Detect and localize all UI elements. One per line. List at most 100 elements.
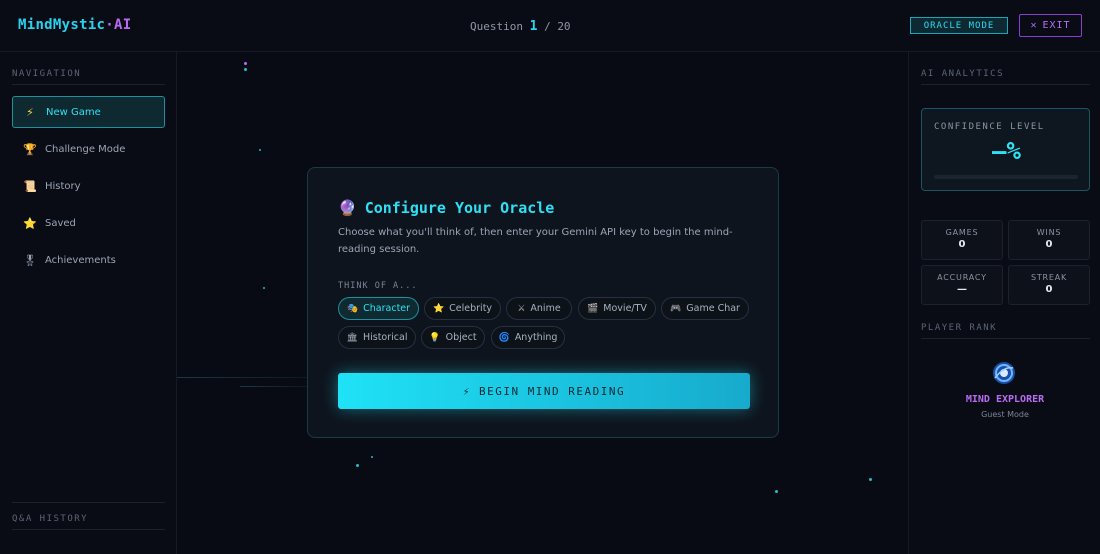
oracle-mode-badge[interactable]: ORACLE MODE <box>910 17 1008 34</box>
stat-label: ACCURACY <box>937 273 987 282</box>
confidence-bar <box>934 175 1078 179</box>
stat-accuracy: ACCURACY — <box>921 265 1003 305</box>
decor-line <box>240 386 307 387</box>
sidebar-item-saved[interactable]: ⭐ Saved <box>12 207 165 239</box>
scroll-icon: 📜 <box>23 179 37 193</box>
sidebar-item-history[interactable]: 📜 History <box>12 170 165 202</box>
question-total: 20 <box>557 20 571 33</box>
app-logo[interactable]: MindMystic·AI <box>18 17 132 33</box>
masks-icon: 🎭 <box>346 303 359 314</box>
sidebar-item-label: History <box>45 180 81 192</box>
navigation-title: NAVIGATION <box>12 69 82 79</box>
chip-game-char[interactable]: 🎮 Game Char <box>661 297 749 320</box>
sidebar-item-label: Achievements <box>45 254 116 266</box>
question-current: 1 <box>529 19 538 34</box>
ai-analytics-title: AI ANALYTICS <box>921 69 1005 79</box>
rank-mode: Guest Mode <box>981 410 1029 419</box>
lightbulb-icon: 💡 <box>429 332 441 343</box>
gamepad-icon: 🎮 <box>670 303 682 314</box>
monument-icon: 🏛 <box>346 332 358 343</box>
top-bar: MindMystic·AI Question 1 / 20 ORACLE MOD… <box>0 0 1100 52</box>
divider <box>12 84 165 85</box>
star-icon: ⭐ <box>23 216 37 230</box>
player-rank-title: PLAYER RANK <box>921 323 998 333</box>
chip-label: Movie/TV <box>603 303 647 314</box>
logo-main-text: MindMystic <box>18 17 106 33</box>
chip-label: Game Char <box>686 303 740 314</box>
sidebar-item-new-game[interactable]: ⚡ New Game <box>12 96 165 128</box>
stat-value: — <box>957 284 967 295</box>
question-separator: / <box>544 20 551 33</box>
sidebar-item-challenge-mode[interactable]: 🏆 Challenge Mode <box>12 133 165 165</box>
medal-icon: 🎖 <box>23 253 37 267</box>
stat-value: 0 <box>958 239 966 250</box>
decor-dot <box>259 149 261 151</box>
divider <box>12 529 165 530</box>
chip-label: Historical <box>362 332 408 343</box>
stat-label: STREAK <box>1030 273 1068 282</box>
decor-dot <box>775 490 778 493</box>
right-sidebar: AI ANALYTICS CONFIDENCE LEVEL —% GAMES 0… <box>908 52 1100 554</box>
lightning-icon: ⚡ <box>26 105 34 119</box>
trophy-icon: 🏆 <box>23 142 37 156</box>
stat-games: GAMES 0 <box>921 220 1003 260</box>
begin-label: BEGIN MIND READING <box>478 384 626 398</box>
swirl-icon: 🌀 <box>498 332 510 343</box>
card-title-text: Configure Your Oracle <box>364 199 555 217</box>
exit-button[interactable]: ✕ EXIT <box>1019 14 1082 37</box>
stat-label: GAMES <box>945 228 979 237</box>
decor-line <box>177 377 307 378</box>
chip-object[interactable]: 💡 Object <box>421 326 485 349</box>
film-icon: 🎬 <box>587 303 599 314</box>
swords-icon: ⚔ <box>517 303 526 314</box>
divider <box>12 502 165 503</box>
decor-dot <box>356 464 359 467</box>
question-counter: Question 1 / 20 <box>470 19 571 34</box>
logo-separator: · <box>105 17 115 33</box>
chip-label: Celebrity <box>449 303 493 314</box>
question-prefix: Question <box>470 20 523 33</box>
confidence-value: —% <box>992 137 1021 165</box>
stat-label: WINS <box>1036 228 1062 237</box>
chip-historical[interactable]: 🏛 Historical <box>338 326 416 349</box>
divider <box>921 84 1090 85</box>
begin-mind-reading-button[interactable]: ⚡ BEGIN MIND READING <box>338 373 750 409</box>
configure-oracle-card: 🔮 Configure Your Oracle Choose what you'… <box>307 167 779 438</box>
stat-streak: STREAK 0 <box>1008 265 1090 305</box>
chip-label: Character <box>363 303 411 314</box>
divider <box>921 338 1090 339</box>
stat-value: 0 <box>1045 239 1053 250</box>
think-of-label: THINK OF A... <box>338 281 418 291</box>
qa-history-title: Q&A HISTORY <box>12 514 89 524</box>
confidence-card: CONFIDENCE LEVEL —% <box>921 108 1090 191</box>
close-icon: ✕ <box>1030 20 1038 31</box>
stat-value: 0 <box>1045 284 1053 295</box>
decor-dot <box>263 287 265 289</box>
sidebar-item-achievements[interactable]: 🎖 Achievements <box>12 244 165 276</box>
chip-label: Anything <box>514 332 558 343</box>
chip-label: Anime <box>530 303 561 314</box>
chip-celebrity[interactable]: ⭐ Celebrity <box>424 297 501 320</box>
card-title: 🔮 Configure Your Oracle <box>338 199 554 217</box>
decor-dot <box>869 478 872 481</box>
sidebar-item-label: Challenge Mode <box>45 143 126 155</box>
logo-ai-text: AI <box>114 17 132 33</box>
decor-dot <box>244 62 247 65</box>
chip-character[interactable]: 🎭 Character <box>338 297 419 320</box>
left-sidebar: NAVIGATION ⚡ New Game 🏆 Challenge Mode 📜… <box>0 52 177 554</box>
decor-dot <box>371 456 373 458</box>
star-icon: ⭐ <box>432 303 445 314</box>
confidence-label: CONFIDENCE LEVEL <box>934 122 1045 132</box>
crystal-ball-icon: 🔮 <box>338 199 357 217</box>
chip-label: Object <box>445 332 477 343</box>
stat-wins: WINS 0 <box>1008 220 1090 260</box>
chip-anime[interactable]: ⚔ Anime <box>506 297 572 320</box>
decor-dot <box>244 68 247 71</box>
rank-name: MIND EXPLORER <box>965 394 1045 405</box>
chip-anything[interactable]: 🌀 Anything <box>491 326 565 349</box>
card-description: Choose what you'll think of, then enter … <box>338 227 733 255</box>
lightning-icon: ⚡ <box>462 384 471 398</box>
sidebar-item-label: New Game <box>46 106 101 118</box>
galaxy-icon <box>993 362 1015 384</box>
chip-movie-tv[interactable]: 🎬 Movie/TV <box>578 297 656 320</box>
